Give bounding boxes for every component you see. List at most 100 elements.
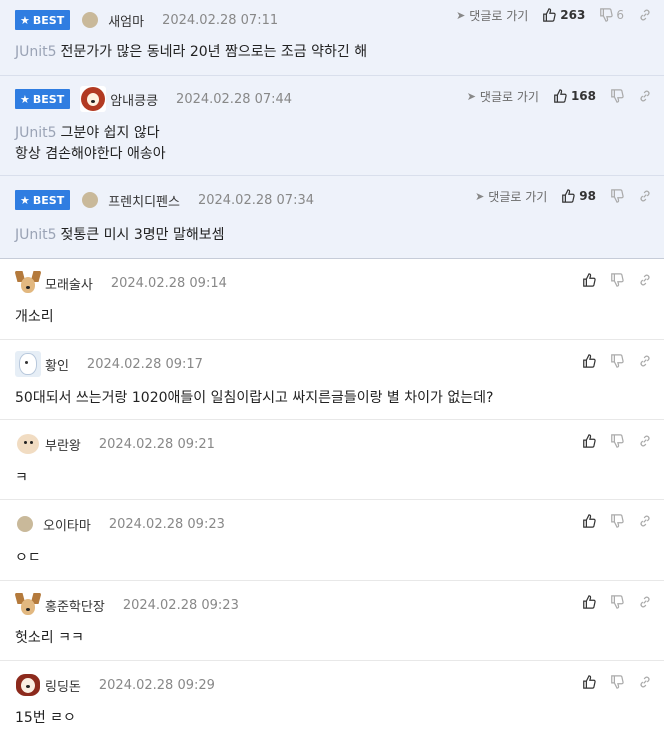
share-link-button[interactable] (638, 595, 652, 609)
comment-body: JUnit5 그분야 쉽지 않다 항상 겸손해야한다 애송아 (15, 123, 166, 165)
thumbs-down-icon (611, 354, 624, 368)
comment-header: 링딩돈 2024.02.28 09:29 (15, 672, 215, 698)
author-tag: JUnit5 (15, 44, 57, 60)
thumbs-up-icon (583, 675, 596, 689)
comment-body: 헛소리 ㅋㅋ (15, 630, 84, 646)
white-dog-avatar-icon[interactable] (15, 351, 41, 377)
lion-avatar-icon[interactable] (80, 86, 107, 112)
link-icon (640, 596, 650, 608)
thumbs-up-icon (562, 189, 575, 203)
comment-header: ★ BEST 프렌치디펜스 2024.02.28 07:34 (15, 189, 314, 211)
avatar[interactable] (82, 192, 99, 208)
comment: 오이타마 2024.02.28 09:23 ㅇㄷ (0, 500, 664, 581)
share-link-button[interactable] (638, 189, 652, 203)
nickname[interactable]: 링딩돈 (45, 676, 81, 695)
dog-avatar-icon[interactable] (15, 592, 41, 618)
dog-avatar-icon[interactable] (15, 672, 41, 698)
share-link-button[interactable] (638, 434, 652, 448)
comment-actions: ➤ 댓글로 가기 98 (475, 186, 652, 206)
like-button[interactable] (582, 675, 596, 689)
thumbs-down-icon (611, 675, 624, 689)
comment-body: JUnit5 전문가가 많은 동네라 20년 짬으로는 조금 약하긴 해 (15, 42, 367, 63)
thumbs-down-icon (611, 89, 624, 103)
like-button[interactable] (582, 273, 596, 287)
dislike-button[interactable] (610, 189, 624, 203)
best-comment: ★ BEST 새엄마 2024.02.28 07:11 ➤ 댓글로 가기 263 6… (0, 0, 664, 76)
share-link-button[interactable] (638, 514, 652, 528)
comment-actions (582, 511, 652, 531)
nickname[interactable]: 새엄마 (108, 11, 144, 30)
link-icon (640, 274, 650, 286)
like-count: 263 (560, 8, 586, 22)
comment-header: 황인 2024.02.28 09:17 (15, 351, 203, 377)
share-link-button[interactable] (638, 273, 652, 287)
comment-header: 부란왕 2024.02.28 09:21 (15, 431, 215, 457)
dislike-button[interactable]: 6 (599, 8, 624, 22)
go-to-reply-link[interactable]: ➤ 댓글로 가기 (456, 7, 528, 24)
send-arrow-icon: ➤ (466, 89, 476, 103)
comment-body: 개소리 (15, 309, 54, 325)
link-icon (640, 90, 650, 102)
like-button[interactable] (582, 514, 596, 528)
dislike-button[interactable] (610, 89, 624, 103)
like-button[interactable] (582, 434, 596, 448)
nickname[interactable]: 모래술사 (45, 274, 93, 293)
like-button[interactable] (582, 354, 596, 368)
comment-text: 항상 겸손해야한다 애송아 (15, 146, 166, 162)
link-icon (640, 9, 650, 21)
dislike-button[interactable] (610, 354, 624, 368)
comment: 부란왕 2024.02.28 09:21 ㅋ (0, 420, 664, 500)
comment-actions: ➤ 댓글로 가기 263 6 (456, 5, 652, 25)
comment-header: 홍준학단장 2024.02.28 09:23 (15, 592, 239, 618)
comment-actions (582, 672, 652, 692)
reply-label: 댓글로 가기 (488, 189, 548, 204)
dislike-button[interactable] (610, 675, 624, 689)
comment-body: JUnit5 젖통큰 미시 3명만 말해보셈 (15, 225, 224, 246)
like-button[interactable] (582, 595, 596, 609)
best-comment: ★ BEST 프렌치디펜스 2024.02.28 07:34 ➤ 댓글로 가기 98… (0, 176, 664, 259)
dislike-button[interactable] (610, 434, 624, 448)
comment: 링딩돈 2024.02.28 09:29 15번 ㄹㅇ (0, 661, 664, 734)
author-tag: JUnit5 (15, 125, 57, 141)
link-icon (640, 676, 650, 688)
like-count: 168 (570, 89, 596, 103)
nickname[interactable]: 홍준학단장 (45, 596, 105, 615)
go-to-reply-link[interactable]: ➤ 댓글로 가기 (475, 188, 547, 205)
nickname[interactable]: 오이타마 (43, 515, 91, 534)
like-button[interactable]: 98 (561, 189, 596, 203)
comment-actions (582, 270, 652, 290)
timestamp: 2024.02.28 09:21 (98, 436, 215, 452)
share-link-button[interactable] (638, 8, 652, 22)
dislike-button[interactable] (610, 514, 624, 528)
comment-body: ㅇㄷ (15, 550, 41, 566)
dislike-button[interactable] (610, 595, 624, 609)
go-to-reply-link[interactable]: ➤ 댓글로 가기 (467, 88, 539, 105)
share-link-button[interactable] (638, 354, 652, 368)
avatar[interactable] (82, 12, 99, 28)
best-badge: ★ BEST (15, 89, 71, 109)
nickname[interactable]: 부란왕 (45, 435, 81, 454)
pomeranian-avatar-icon[interactable] (15, 431, 41, 457)
dislike-button[interactable] (610, 273, 624, 287)
nickname[interactable]: 암내킁킁 (110, 90, 158, 109)
thumbs-up-icon (583, 434, 596, 448)
thumbs-up-icon (543, 8, 556, 22)
reply-label: 댓글로 가기 (479, 89, 539, 104)
nickname[interactable]: 황인 (45, 355, 69, 374)
comment-header: 오이타마 2024.02.28 09:23 (15, 513, 225, 535)
like-button[interactable]: 168 (553, 89, 596, 103)
thumbs-down-icon (600, 8, 614, 22)
avatar[interactable] (17, 516, 33, 532)
like-button[interactable]: 263 (542, 8, 585, 22)
send-arrow-icon: ➤ (475, 189, 485, 203)
send-arrow-icon: ➤ (456, 8, 466, 22)
best-label: BEST (32, 13, 65, 27)
thumbs-up-icon (583, 273, 596, 287)
nickname[interactable]: 프렌치디펜스 (108, 191, 180, 210)
best-badge: ★ BEST (15, 10, 71, 30)
share-link-button[interactable] (638, 89, 652, 103)
share-link-button[interactable] (638, 675, 652, 689)
dog-avatar-icon[interactable] (15, 270, 41, 296)
thumbs-up-icon (583, 514, 596, 528)
best-badge: ★ BEST (15, 190, 71, 210)
